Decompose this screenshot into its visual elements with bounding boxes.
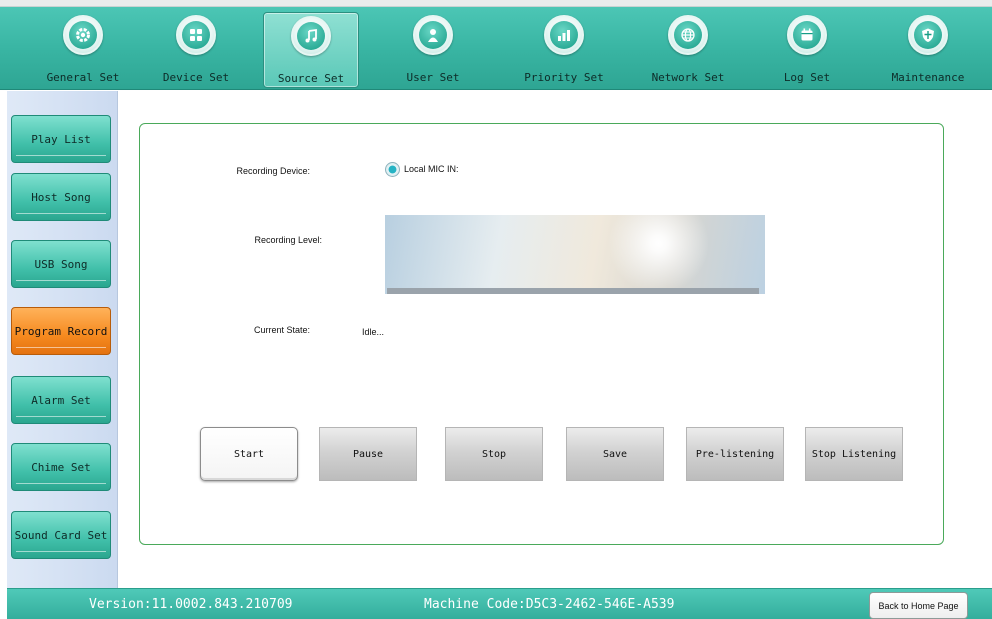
version-text: Version:11.0002.843.210709 [89, 597, 293, 612]
tab-source-set[interactable]: Source Set [263, 12, 359, 88]
globe-icon [668, 15, 708, 55]
recording-level-meter [385, 215, 765, 294]
sidebar-item-play-list[interactable]: Play List [11, 115, 111, 163]
music-note-icon [291, 16, 331, 56]
stop-button[interactable]: Stop [445, 427, 543, 481]
tab-general-set[interactable]: General Set [35, 12, 131, 88]
tab-device-set[interactable]: Device Set [148, 12, 244, 88]
sidebar-item-chime-set[interactable]: Chime Set [11, 443, 111, 491]
tab-label: User Set [406, 71, 460, 84]
tab-priority-set[interactable]: Priority Set [516, 12, 612, 88]
tab-label: General Set [46, 71, 120, 84]
save-button[interactable]: Save [566, 427, 664, 481]
device-icon [176, 15, 216, 55]
tab-label: Maintenance [891, 71, 965, 84]
tab-label: Log Set [783, 71, 831, 84]
current-state-value: Idle... [362, 327, 385, 337]
sidebar-item-host-song[interactable]: Host Song [11, 173, 111, 221]
calendar-icon [787, 15, 827, 55]
sidebar-item-program-record[interactable]: Program Record [11, 307, 111, 355]
tab-user-set[interactable]: User Set [385, 12, 481, 88]
tab-maintenance[interactable]: Maintenance [880, 12, 976, 88]
recording-level-label: Recording Level: [254, 235, 322, 245]
local-mic-radio[interactable] [385, 162, 400, 177]
sidebar-item-alarm-set[interactable]: Alarm Set [11, 376, 111, 424]
pre-listening-button[interactable]: Pre-listening [686, 427, 784, 481]
tab-label: Priority Set [524, 71, 604, 84]
tab-network-set[interactable]: Network Set [640, 12, 736, 88]
recording-device-label: Recording Device: [236, 166, 310, 176]
status-footer: Version:11.0002.843.210709 Machine Code:… [7, 588, 992, 619]
program-record-panel: Recording Device: Local MIC IN: Recordin… [139, 123, 944, 545]
tab-log-set[interactable]: Log Set [759, 12, 855, 88]
stop-listening-button[interactable]: Stop Listening [805, 427, 903, 481]
tab-label: Device Set [162, 71, 230, 84]
tab-label: Source Set [277, 72, 345, 85]
local-mic-label[interactable]: Local MIC IN: [404, 164, 459, 174]
level-meter-track [387, 288, 759, 294]
sidebar-item-sound-card-set[interactable]: Sound Card Set [11, 511, 111, 559]
top-navigation: General Set Device Set Source Set User S… [0, 0, 992, 90]
start-button[interactable]: Start [200, 427, 298, 481]
user-icon [413, 15, 453, 55]
tab-label: Network Set [651, 71, 725, 84]
current-state-label: Current State: [253, 325, 310, 335]
pause-button[interactable]: Pause [319, 427, 417, 481]
bar-chart-icon [544, 15, 584, 55]
sidebar-item-usb-song[interactable]: USB Song [11, 240, 111, 288]
machine-code-text: Machine Code:D5C3-2462-546E-A539 [424, 597, 675, 612]
shield-icon [908, 15, 948, 55]
back-to-home-button[interactable]: Back to Home Page [869, 592, 968, 619]
sidebar: Play List Host Song USB Song Program Rec… [7, 91, 118, 588]
gear-icon [63, 15, 103, 55]
